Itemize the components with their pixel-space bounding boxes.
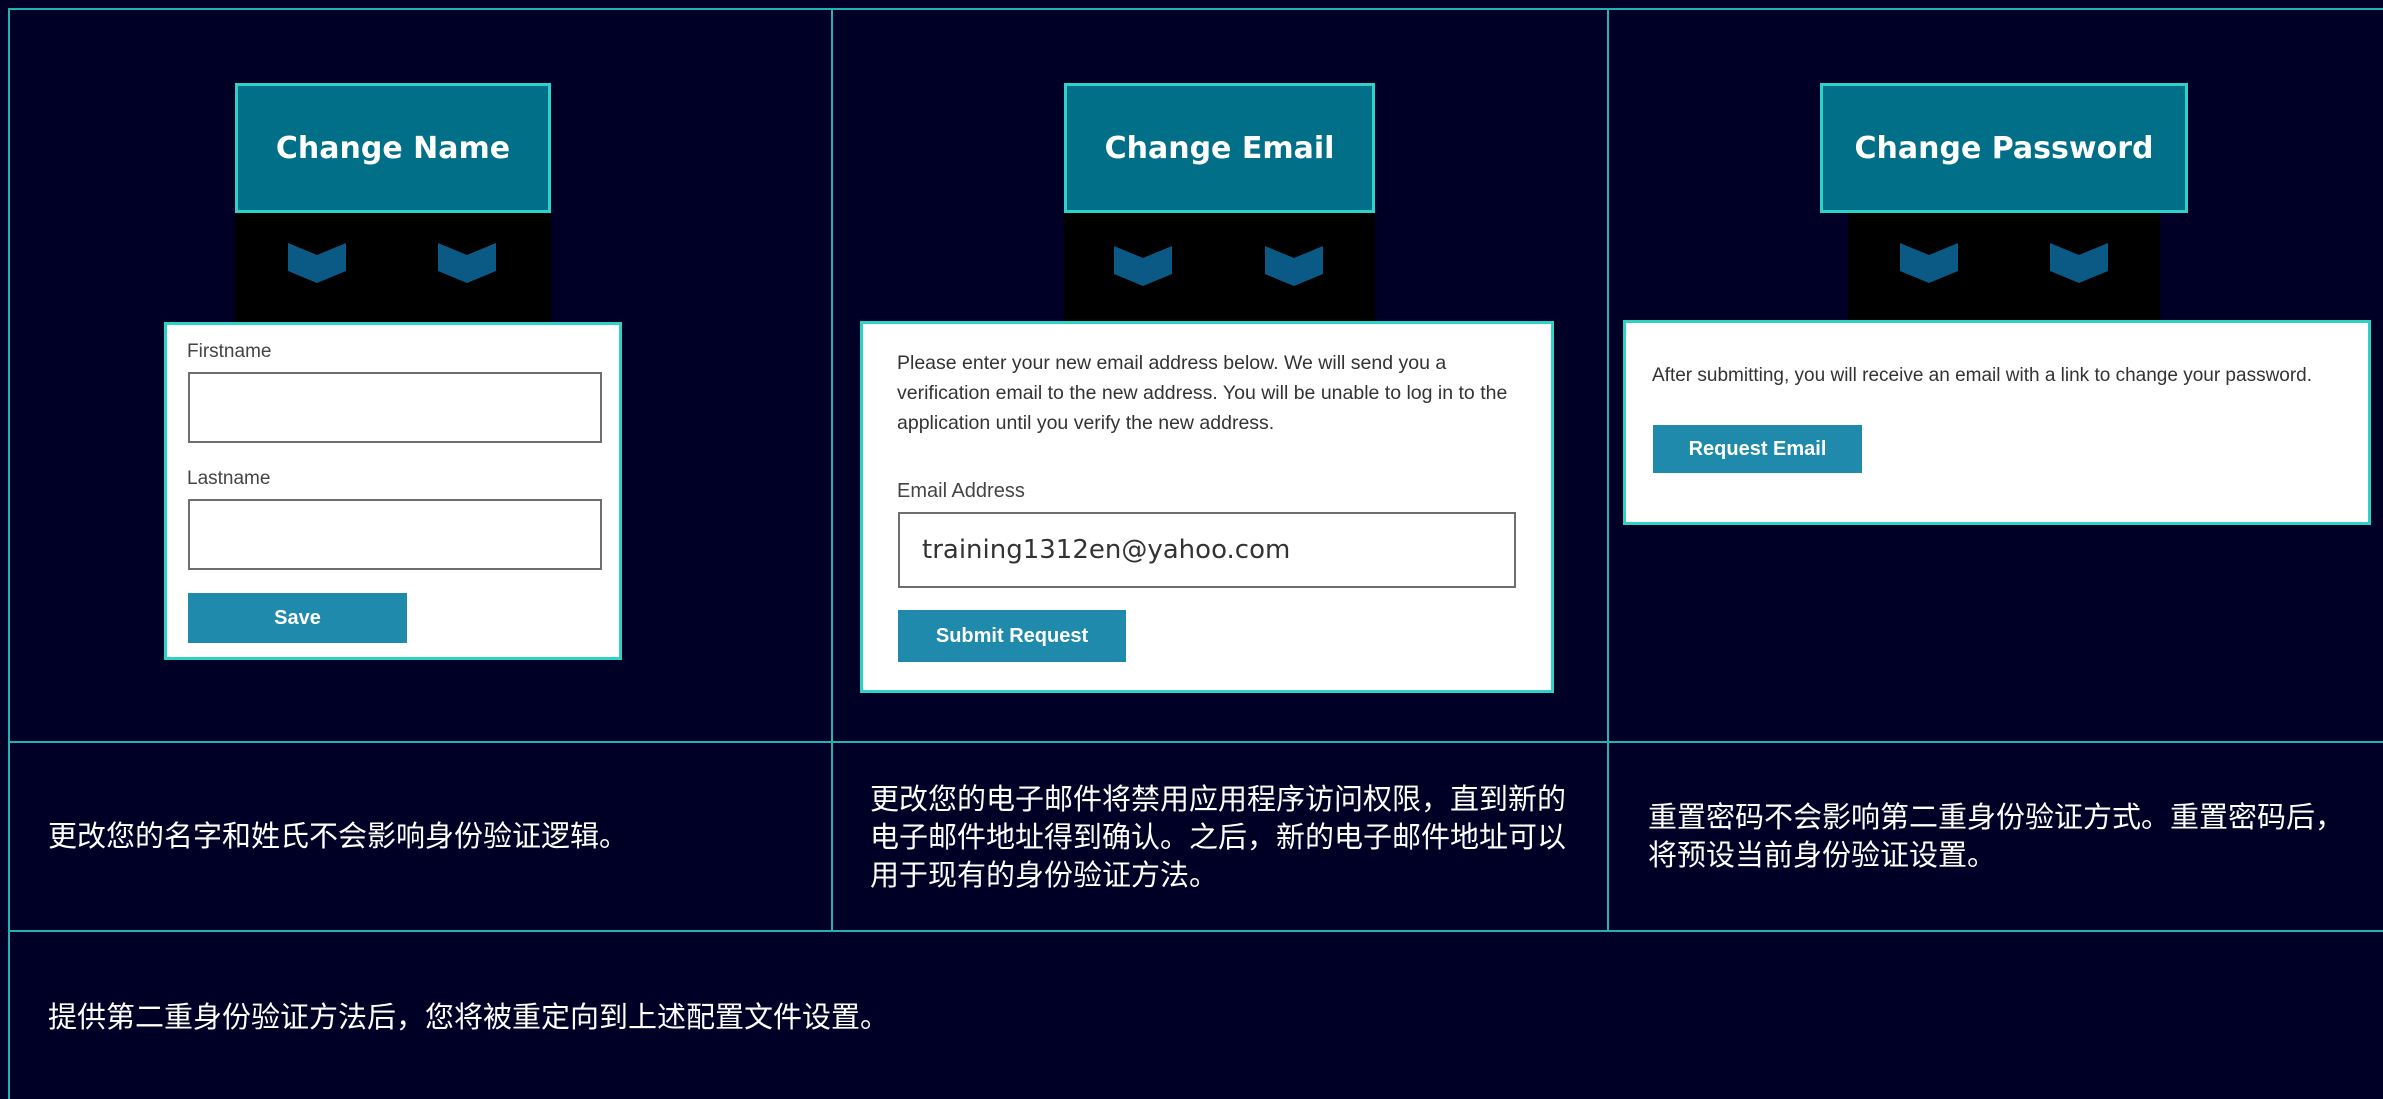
grid-line-row2 <box>8 930 2383 932</box>
email-address-label: Email Address <box>897 480 1025 502</box>
chevron-down-icon <box>1114 246 1172 286</box>
chevron-down-icon <box>288 243 346 283</box>
lastname-label: Lastname <box>187 468 271 489</box>
change-password-info-text: After submitting, you will receive an em… <box>1652 365 2313 386</box>
chevron-down-icon <box>1900 243 1958 283</box>
email-input[interactable] <box>898 512 1516 588</box>
save-button[interactable]: Save <box>188 593 407 643</box>
chevron-down-icon <box>438 243 496 283</box>
change-password-heading: Change Password <box>1820 83 2188 213</box>
change-password-connector <box>1848 213 2160 321</box>
change-email-card: Please enter your new email address belo… <box>860 321 1554 693</box>
note-footer: 提供第二重身份验证方法后，您将被重定向到上述配置文件设置。 <box>48 1000 890 1034</box>
change-name-connector <box>235 213 551 323</box>
lastname-input[interactable] <box>188 499 602 570</box>
grid-line-row1 <box>8 741 2383 743</box>
firstname-label: Firstname <box>187 341 272 362</box>
request-email-button[interactable]: Request Email <box>1653 425 1862 473</box>
change-email-heading-text: Change Email <box>1104 130 1335 166</box>
chevron-down-icon <box>2050 243 2108 283</box>
note-change-password: 重置密码不会影响第二重身份验证方式。重置密码后，将预设当前身份验证设置。 <box>1648 800 2345 872</box>
grid-line-left <box>8 8 10 1099</box>
grid-line-col1 <box>831 8 833 932</box>
change-password-card: After submitting, you will receive an em… <box>1623 320 2371 525</box>
submit-request-button[interactable]: Submit Request <box>898 610 1126 662</box>
change-name-heading: Change Name <box>235 83 551 213</box>
change-name-card: Firstname Lastname Save <box>164 322 622 660</box>
grid-line-col2 <box>1607 8 1609 932</box>
chevron-down-icon <box>1265 246 1323 286</box>
note-change-email: 更改您的电子邮件将禁用应用程序访问权限，直到新的电子邮件地址得到确认。之后，新的… <box>870 782 1567 892</box>
change-email-info-text: Please enter your new email address belo… <box>897 352 1508 434</box>
change-email-connector <box>1064 213 1375 323</box>
change-email-heading: Change Email <box>1064 83 1375 213</box>
grid-line-top <box>8 8 2383 10</box>
change-password-heading-text: Change Password <box>1854 130 2154 166</box>
note-change-name: 更改您的名字和姓氏不会影响身份验证逻辑。 <box>48 819 629 853</box>
firstname-input[interactable] <box>188 372 602 443</box>
change-name-heading-text: Change Name <box>275 130 511 166</box>
